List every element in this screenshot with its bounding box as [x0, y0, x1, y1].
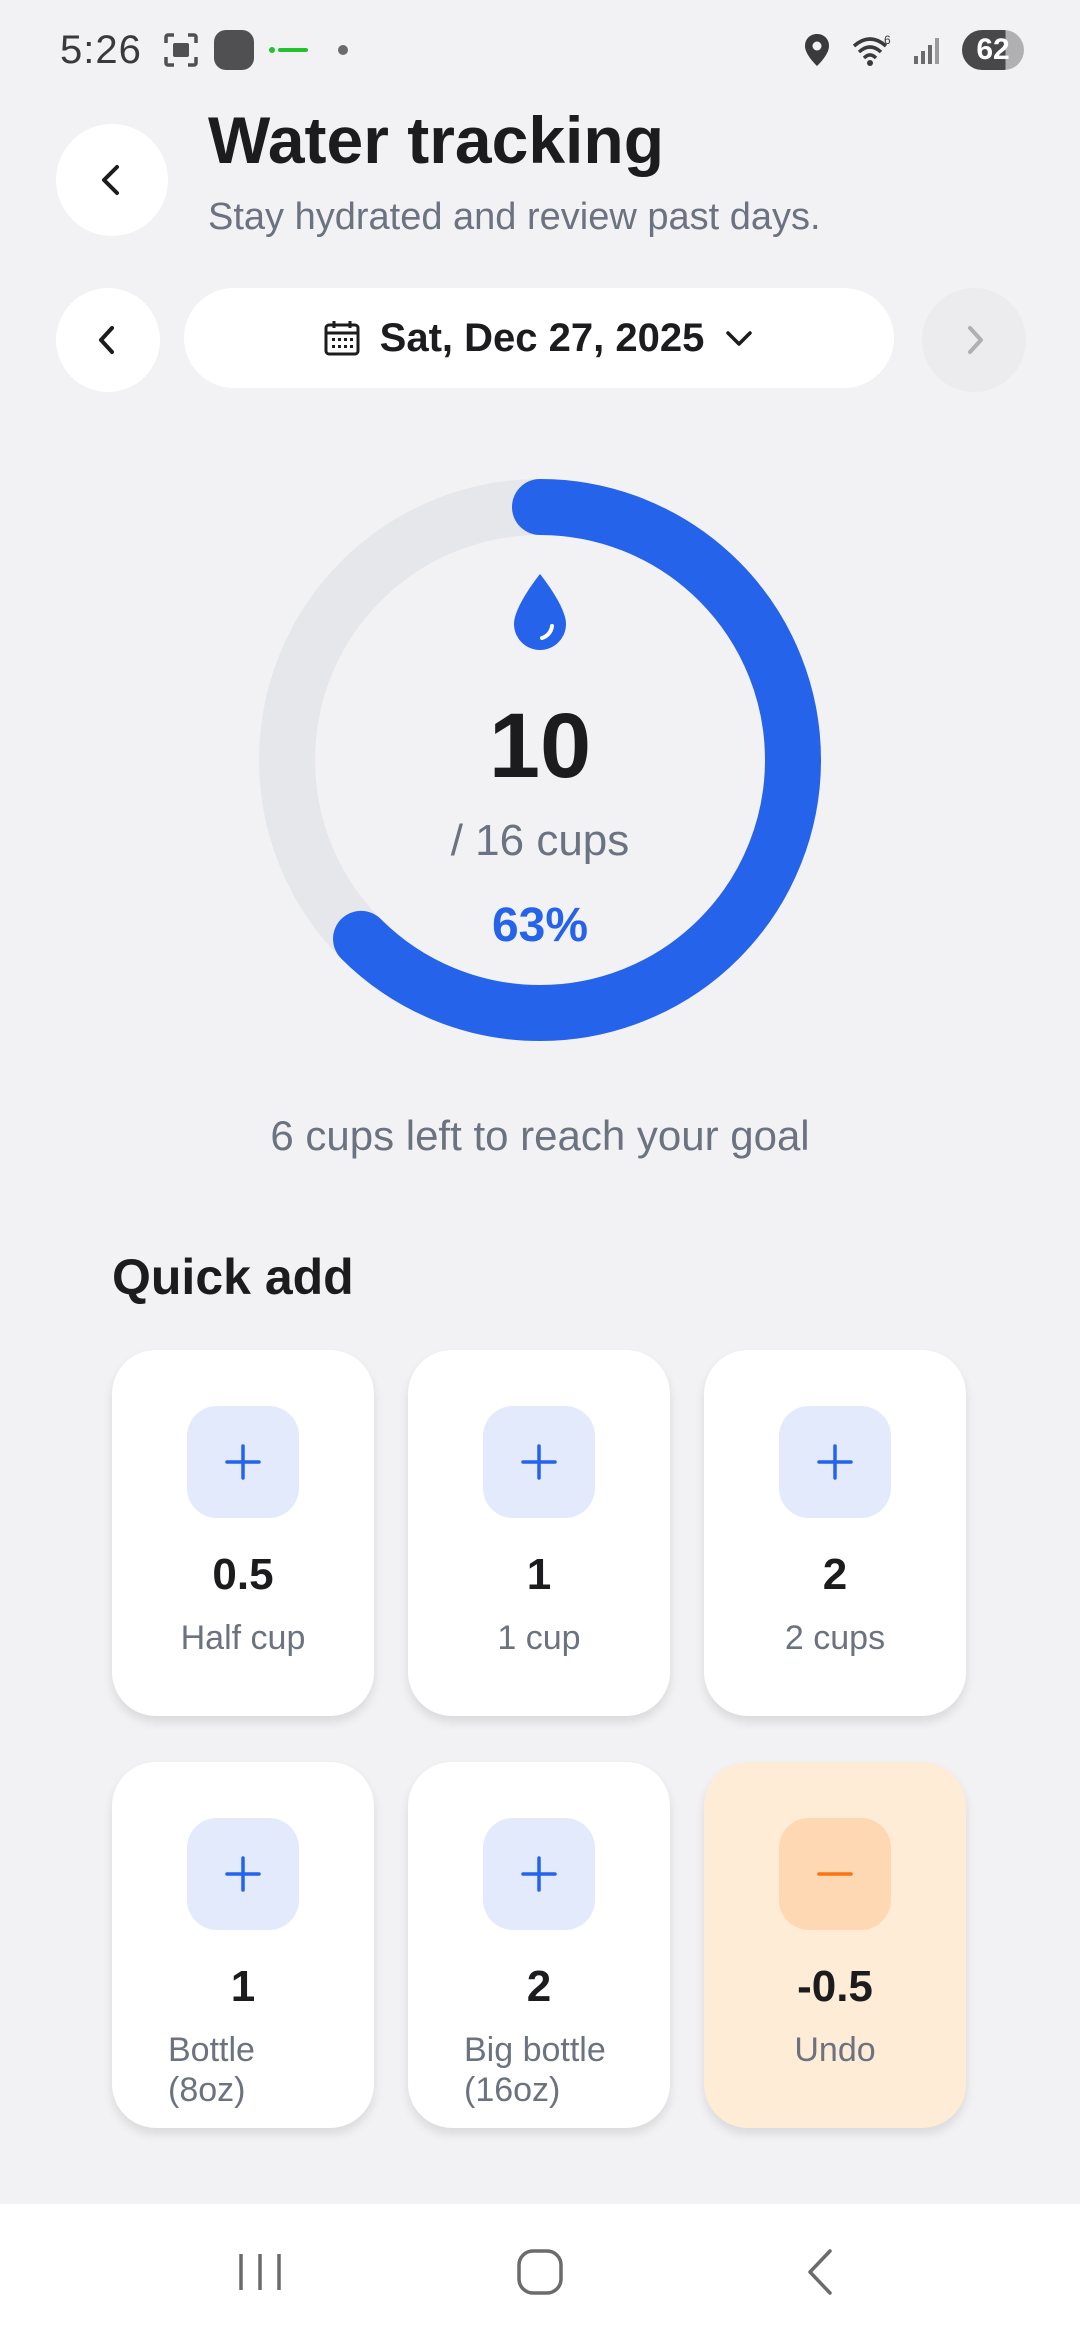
signal-icon	[912, 34, 944, 66]
quick-add-bottle[interactable]: 1 Bottle (8oz)	[112, 1762, 374, 2128]
cups-goal: / 16 cups	[450, 816, 630, 865]
calendar-icon	[324, 321, 360, 356]
home-button[interactable]	[480, 2222, 600, 2322]
undo-button[interactable]: -0.5 Undo	[704, 1762, 966, 2128]
quick-add-amount: 2	[526, 1962, 552, 2011]
app-notification-icon	[213, 30, 254, 70]
page-subtitle: Stay hydrated and review past days.	[208, 196, 821, 238]
water-drop-icon	[514, 574, 566, 650]
water-tracking-screen: 5:26 6 62 Water tracking Stay hydrated a…	[0, 0, 1080, 2340]
recent-apps-button[interactable]	[200, 2222, 320, 2322]
quick-add-one-cup[interactable]: 1 1 cup	[408, 1350, 670, 1716]
quick-add-label: Bottle (8oz)	[168, 2030, 358, 2110]
quick-add-label: Undo	[794, 2031, 876, 2069]
progress-ring: 10 / 16 cups 63%	[258, 478, 822, 1042]
label-line-2: (16oz)	[464, 2071, 561, 2109]
remaining-message: 6 cups left to reach your goal	[270, 1112, 810, 1159]
date-picker[interactable]: Sat, Dec 27, 2025	[184, 288, 894, 388]
quick-add-label: Big bottle (16oz)	[464, 2030, 654, 2110]
plus-icon	[779, 1406, 891, 1518]
quick-add-two-cups[interactable]: 2 2 cups	[704, 1350, 966, 1716]
quick-add-amount: 1	[526, 1550, 552, 1599]
plus-icon	[483, 1406, 595, 1518]
quick-add-label: Half cup	[180, 1619, 306, 1657]
status-bar: 5:26 6 62	[0, 0, 1080, 100]
screenshot-icon	[162, 31, 200, 69]
minus-icon	[779, 1818, 891, 1930]
quick-add-amount: 1	[230, 1962, 256, 2011]
app-logo-icon	[268, 43, 310, 57]
system-back-button[interactable]	[760, 2222, 880, 2322]
quick-add-title: Quick add	[112, 1249, 354, 1305]
quick-add-amount: -0.5	[797, 1962, 873, 2011]
chevron-left-icon	[99, 326, 114, 354]
next-day-button[interactable]	[922, 288, 1026, 392]
label-line-1: Big bottle	[464, 2031, 606, 2069]
selected-date: Sat, Dec 27, 2025	[379, 315, 705, 360]
system-navigation-bar	[0, 2204, 1080, 2340]
battery-indicator: 62	[962, 30, 1024, 70]
notification-icons	[162, 30, 348, 70]
svg-text:6: 6	[884, 33, 891, 47]
label-line-1: Bottle	[168, 2031, 255, 2069]
location-icon	[802, 32, 832, 68]
quick-add-half-cup[interactable]: 0.5 Half cup	[112, 1350, 374, 1716]
recent-apps-icon	[239, 2254, 281, 2290]
chevron-left-icon	[102, 165, 119, 195]
status-time: 5:26	[60, 27, 142, 72]
home-icon	[517, 2249, 563, 2295]
chevron-down-icon	[726, 331, 753, 346]
page-title: Water tracking	[208, 103, 665, 177]
previous-day-button[interactable]	[56, 288, 160, 392]
cups-consumed: 10	[488, 695, 592, 797]
more-notifications-dot	[337, 45, 348, 55]
back-button[interactable]	[56, 124, 168, 236]
label-line-2: (8oz)	[168, 2071, 246, 2109]
progress-percent: 63%	[491, 899, 589, 952]
status-right: 6 62	[802, 30, 1024, 70]
quick-add-label: 2 cups	[784, 1619, 886, 1657]
plus-icon	[483, 1818, 595, 1930]
quick-add-label: 1 cup	[497, 1619, 581, 1657]
chevron-right-icon	[968, 326, 983, 354]
back-arrow-icon	[808, 2249, 832, 2295]
plus-icon	[187, 1818, 299, 1930]
wifi-icon: 6	[850, 32, 894, 68]
quick-add-amount: 0.5	[212, 1550, 274, 1599]
plus-icon	[187, 1406, 299, 1518]
quick-add-big-bottle[interactable]: 2 Big bottle (16oz)	[408, 1762, 670, 2128]
quick-add-amount: 2	[822, 1550, 848, 1599]
